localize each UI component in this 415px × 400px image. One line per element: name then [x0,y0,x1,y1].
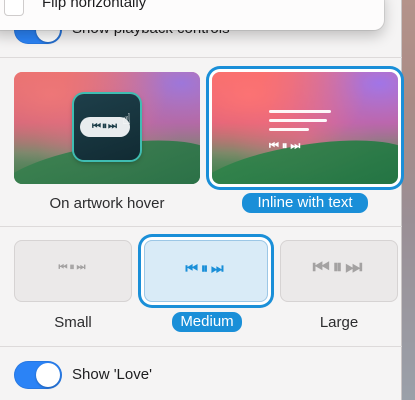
inline-playback-icon: ⏮⏸⏭ [269,140,304,152]
flip-horizontally-checkbox[interactable] [4,0,24,16]
option-inline-with-text[interactable]: ⏮⏸⏭ [212,72,398,184]
flip-horizontally-menu-item[interactable]: Flip horizontally [42,0,146,11]
size-medium-label: Medium [172,312,242,332]
large-playback-icon: ⏮⏸⏭ [312,257,366,278]
hover-controls-preview: ⏮⏸⏭ ☝ [74,94,140,160]
size-small-card[interactable]: ⏮⏸⏭ [14,240,132,302]
context-menu: Flip horizontally [0,0,384,30]
size-small-label: Small [54,314,92,331]
show-love-toggle[interactable] [14,361,62,389]
divider [0,57,402,58]
settings-panel: Show playback controls ⏮⏸⏭ ☝ On artwork … [0,0,402,400]
cursor-hand-icon: ☝ [122,111,132,128]
divider [0,226,402,227]
medium-playback-icon: ⏮⏸⏭ [185,260,227,276]
size-large-label: Large [319,314,359,331]
size-medium-card[interactable]: ⏮⏸⏭ [144,240,268,302]
option-inline-with-text-label: Inline with text [242,193,368,213]
show-love-label: Show 'Love' [72,366,152,383]
text-lines-icon [269,110,331,137]
toggle-knob [36,363,60,387]
divider [0,346,402,347]
size-large-card[interactable]: ⏮⏸⏭ [280,240,398,302]
small-playback-icon: ⏮⏸⏭ [58,262,88,273]
option-on-artwork-hover-label: On artwork hover [49,195,165,212]
option-on-artwork-hover[interactable]: ⏮⏸⏭ ☝ [14,72,200,184]
